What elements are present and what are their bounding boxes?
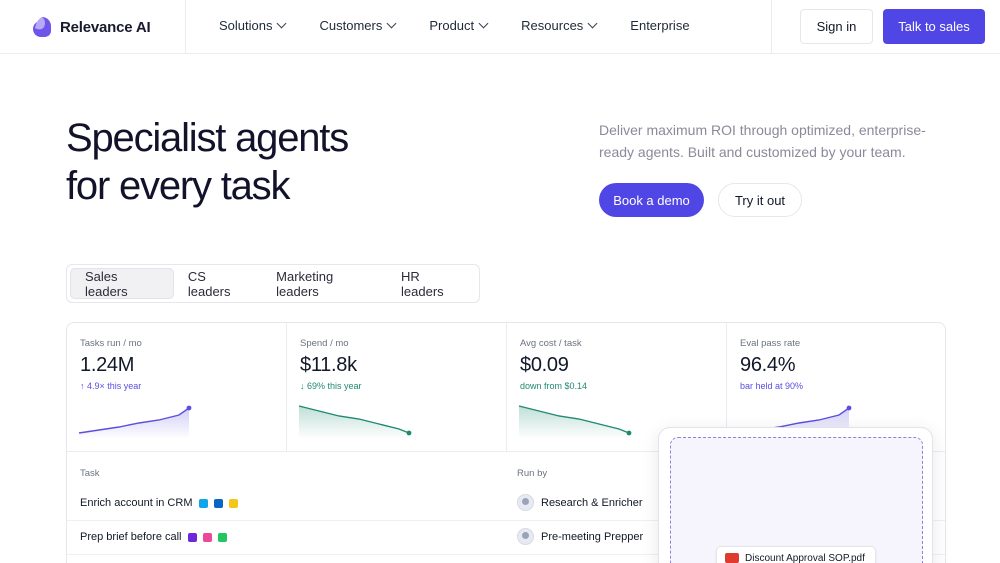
salesforce-icon (198, 498, 208, 508)
upload-panel (658, 427, 933, 563)
hero-subtitle: Deliver maximum ROI through optimized, e… (599, 122, 926, 160)
tab-cs-leaders[interactable]: CS leaders (174, 268, 262, 299)
metric-label: Tasks run / mo (80, 338, 142, 349)
metric-value: 96.4% (740, 354, 796, 376)
calendar-icon (187, 532, 197, 542)
nav-label: Customers (319, 18, 383, 33)
nav-resources[interactable]: Resources (521, 18, 598, 33)
agent-name: Pre-meeting Prepper (541, 530, 644, 543)
task-cell: Enrich account in CRM (80, 497, 238, 509)
task-name: Prep brief before call (80, 531, 182, 543)
tab-sales-leaders[interactable]: Sales leaders (70, 268, 174, 299)
run-by-cell: Research & Enricher (517, 494, 643, 511)
metric-sparkline (78, 405, 192, 439)
sparkline-area (299, 406, 409, 439)
sparkline-area (519, 406, 629, 439)
task-name: Enrich account in CRM (80, 497, 193, 509)
chevron-down-icon (478, 18, 489, 29)
apollo-icon (228, 498, 238, 508)
sparkline-end-point (186, 405, 192, 411)
slack-icon (202, 532, 212, 542)
run-by-cell: Pre-meeting Prepper (517, 528, 643, 545)
brand-name: Relevance AI (60, 18, 151, 36)
nav-label: Product (429, 18, 475, 33)
chevron-down-icon (386, 18, 397, 29)
metric-delta: down from $0.14 (520, 381, 588, 391)
metric-spend: Spend / mo $11.8k ↓ 69% this year (287, 323, 507, 452)
column-header-task: Task (80, 468, 100, 479)
nav-product[interactable]: Product (429, 18, 489, 33)
meet-icon (217, 532, 227, 542)
metric-label: Spend / mo (300, 338, 349, 349)
metric-delta: ↓ 69% this year (300, 381, 362, 391)
file-chip[interactable]: Discount Approval SOP.pdf (716, 546, 876, 563)
metric-value: 1.24M (80, 354, 135, 376)
book-demo-button[interactable]: Book a demo (599, 183, 704, 217)
sparkline-end-point (846, 405, 852, 411)
metric-label: Eval pass rate (740, 338, 801, 349)
sparkline-end-point (406, 430, 412, 436)
metric-sparkline (518, 405, 632, 439)
talk-to-sales-button[interactable]: Talk to sales (883, 9, 985, 44)
nav-solutions[interactable]: Solutions (219, 18, 287, 33)
site-header: Relevance AI Solutions Customers Product… (0, 0, 1000, 54)
pdf-file-icon (725, 553, 739, 563)
main-nav: Solutions Customers Product Resources En… (219, 18, 690, 33)
sparkline-end-point (626, 430, 632, 436)
nav-enterprise[interactable]: Enterprise (630, 18, 689, 33)
nav-label: Solutions (219, 18, 273, 33)
sign-in-button[interactable]: Sign in (800, 9, 873, 44)
linkedin-icon (213, 498, 223, 508)
brand-logo[interactable]: Relevance AI (32, 16, 151, 38)
try-it-out-button[interactable]: Try it out (718, 183, 802, 217)
metric-delta: bar held at 90% (740, 381, 804, 391)
metric-delta: ↑ 4.9× this year (80, 381, 142, 391)
file-dropzone[interactable] (670, 437, 923, 563)
hero-title: Specialist agents for every task (66, 114, 446, 210)
tab-marketing-leaders[interactable]: Marketing leaders (262, 268, 387, 299)
header-divider (185, 0, 186, 54)
relevance-logo-icon (33, 17, 51, 37)
metric-value: $11.8k (300, 354, 357, 376)
chevron-down-icon (587, 18, 598, 29)
metric-sparkline (298, 405, 412, 439)
nav-customers[interactable]: Customers (319, 18, 397, 33)
chevron-down-icon (277, 18, 287, 29)
metric-tasks-run: Tasks run / mo 1.24M ↑ 4.9× this year (67, 323, 287, 452)
nav-label: Resources (521, 18, 584, 33)
hero-title-line1: Specialist agents (66, 116, 349, 160)
header-divider (771, 0, 772, 54)
task-cell: Prep brief before call (80, 531, 227, 543)
agent-avatar (517, 494, 534, 511)
metric-value: $0.09 (520, 354, 569, 376)
nav-label: Enterprise (630, 18, 690, 33)
file-name: Discount Approval SOP.pdf (745, 552, 865, 563)
agent-name: Research & Enricher (541, 496, 643, 509)
hero-title-line2: for every task (66, 164, 290, 208)
role-tabs: Sales leaders CS leaders Marketing leade… (66, 264, 480, 303)
metric-label: Avg cost / task (520, 338, 582, 349)
agent-avatar (517, 528, 534, 545)
column-header-run-by: Run by (517, 468, 548, 479)
tab-hr-leaders[interactable]: HR leaders (387, 268, 476, 299)
